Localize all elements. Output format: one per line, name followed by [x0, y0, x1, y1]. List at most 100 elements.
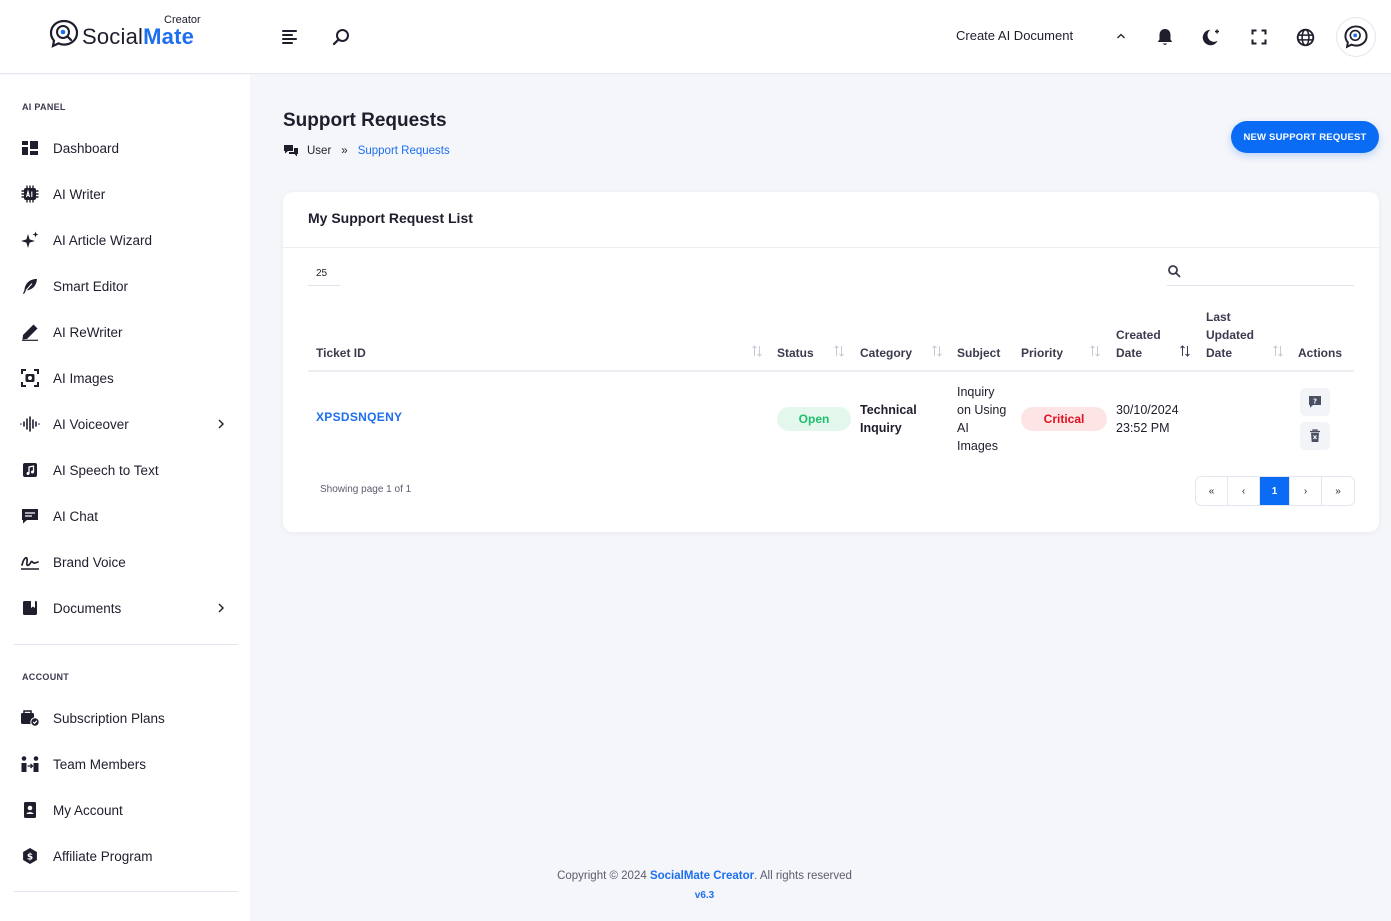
- footer-suffix: . All rights reserved: [754, 870, 852, 882]
- pen-icon: [20, 322, 40, 342]
- page-length-select[interactable]: 25: [308, 262, 340, 286]
- sidebar-item-label: My Account: [53, 802, 123, 818]
- sidebar-item-ai-rewriter[interactable]: AI ReWriter: [0, 312, 250, 352]
- sort-icon[interactable]: [931, 345, 943, 357]
- feather-icon: [20, 276, 40, 296]
- sparkles-icon: [20, 230, 40, 250]
- cell-line: 23:52 PM: [1116, 421, 1170, 435]
- delete-ticket-button[interactable]: [1300, 422, 1330, 450]
- page-first-button[interactable]: «: [1196, 477, 1228, 505]
- sidebar-divider: [14, 644, 238, 645]
- moon-icon[interactable]: [1200, 25, 1224, 49]
- col-header-line: Date: [1116, 346, 1143, 360]
- sidebar-item-ai-writer[interactable]: AI Writer: [0, 174, 250, 214]
- chevron-up-icon[interactable]: [1109, 24, 1133, 48]
- dashboard-icon: [20, 138, 40, 158]
- page-number-button[interactable]: 1: [1260, 477, 1290, 505]
- breadcrumb-current[interactable]: Support Requests: [358, 145, 450, 157]
- sidebar-item-label: AI Chat: [53, 508, 99, 524]
- page-prev-button[interactable]: ‹: [1228, 477, 1260, 505]
- waveform-icon: [20, 414, 40, 434]
- user-avatar[interactable]: [1336, 17, 1376, 57]
- sidebar-item-ai-chat[interactable]: AI Chat: [0, 496, 250, 536]
- sort-icon[interactable]: [833, 345, 845, 357]
- fullscreen-icon[interactable]: [1247, 25, 1271, 49]
- sidebar-item-smart-editor[interactable]: Smart Editor: [0, 266, 250, 306]
- ai-chip-icon: [20, 184, 40, 204]
- sidebar-item-label: Brand Voice: [53, 554, 126, 570]
- account-card-icon: [20, 800, 40, 820]
- sidebar-item-ai-images[interactable]: AI Images: [0, 358, 250, 398]
- menu-icon[interactable]: [278, 25, 302, 49]
- col-header-last-updated-date[interactable]: Last Updated Date: [1206, 308, 1254, 362]
- sidebar-item-label: Documents: [53, 600, 122, 616]
- col-header-category[interactable]: Category: [860, 344, 912, 362]
- logo-mark-icon: [49, 19, 79, 48]
- sidebar-item-ai-article-wizard[interactable]: AI Article Wizard: [0, 220, 250, 260]
- chevron-right-icon: [218, 419, 224, 429]
- cell-line: on Using: [957, 403, 1007, 417]
- chat-icon: [20, 506, 40, 526]
- breadcrumb-user[interactable]: User: [307, 145, 331, 157]
- cell-line: AI: [957, 421, 969, 435]
- col-header-line: Updated: [1206, 328, 1254, 342]
- ticket-id-link[interactable]: XPSDSNQENY: [316, 410, 402, 424]
- footer-brand-link[interactable]: SocialMate Creator: [650, 870, 754, 882]
- card-divider: [283, 247, 1379, 248]
- sidebar-item-label: AI Images: [53, 370, 114, 386]
- category-cell: Technical Inquiry: [860, 401, 917, 437]
- sidebar-item-affiliate-program[interactable]: $ Affiliate Program: [0, 836, 250, 876]
- logo-name: SocialMate: [82, 24, 194, 50]
- search-icon[interactable]: [329, 25, 353, 49]
- search-input[interactable]: [1189, 262, 1349, 284]
- sidebar-item-brand-voice[interactable]: Brand Voice: [0, 542, 250, 582]
- top-header: Creator SocialMate Create AI Document: [0, 0, 1391, 74]
- sort-icon[interactable]: [1272, 345, 1284, 357]
- col-header-created-date[interactable]: Created Date: [1116, 326, 1161, 362]
- create-ai-document-link[interactable]: Create AI Document: [956, 28, 1073, 43]
- sidebar-item-subscription-plans[interactable]: Subscription Plans: [0, 698, 250, 738]
- logo-mate-text: Mate: [143, 24, 195, 49]
- priority-badge: Critical: [1021, 407, 1107, 431]
- sidebar-item-dashboard[interactable]: Dashboard: [0, 128, 250, 168]
- view-ticket-button[interactable]: ?: [1300, 388, 1330, 416]
- col-header-subject[interactable]: Subject: [957, 344, 1000, 362]
- image-scan-icon: [20, 368, 40, 388]
- new-support-request-button[interactable]: NEW SUPPORT REQUEST: [1231, 121, 1379, 153]
- cell-line: 30/10/2024: [1116, 403, 1179, 417]
- status-badge: Open: [777, 407, 851, 431]
- folder-icon: [20, 598, 40, 618]
- signature-icon: [20, 552, 40, 572]
- subject-cell: Inquiry on Using AI Images: [957, 383, 1006, 455]
- svg-text:$: $: [27, 853, 33, 863]
- sidebar-item-ai-speech-to-text[interactable]: AI Speech to Text: [0, 450, 250, 490]
- table-header-divider: [308, 370, 1354, 372]
- sidebar-item-label: AI Voiceover: [53, 416, 129, 432]
- globe-icon[interactable]: [1293, 25, 1317, 49]
- footer-version: v6.3: [694, 890, 715, 901]
- chevron-right-icon: [218, 603, 224, 613]
- dollar-coin-icon: $: [20, 846, 40, 866]
- col-header-ticket-id[interactable]: Ticket ID: [316, 344, 366, 362]
- sort-icon[interactable]: [751, 345, 763, 357]
- cell-line: Technical: [860, 403, 917, 417]
- sidebar-item-label: Smart Editor: [53, 278, 129, 294]
- sidebar-item-documents[interactable]: Documents: [0, 588, 250, 628]
- sort-icon[interactable]: [1089, 345, 1101, 357]
- page-last-button[interactable]: »: [1322, 477, 1354, 505]
- page-next-button[interactable]: ›: [1290, 477, 1322, 505]
- sidebar-item-label: AI Speech to Text: [53, 462, 159, 478]
- logo[interactable]: Creator SocialMate: [48, 14, 218, 58]
- col-header-line: Created: [1116, 328, 1161, 342]
- sidebar-item-label: Subscription Plans: [53, 710, 165, 726]
- col-header-status[interactable]: Status: [777, 344, 814, 362]
- created-date-cell: 30/10/2024 23:52 PM: [1116, 401, 1179, 437]
- col-header-priority[interactable]: Priority: [1021, 344, 1063, 362]
- bell-icon[interactable]: [1153, 25, 1177, 49]
- footer-copyright: Copyright © 2024 SocialMate Creator. All…: [250, 870, 1159, 882]
- sidebar-item-my-account[interactable]: My Account: [0, 790, 250, 830]
- sort-icon[interactable]: [1179, 345, 1191, 357]
- pagination: « ‹ 1 › »: [1195, 476, 1355, 506]
- sidebar-item-team-members[interactable]: Team Members: [0, 744, 250, 784]
- sidebar-item-ai-voiceover[interactable]: AI Voiceover: [0, 404, 250, 444]
